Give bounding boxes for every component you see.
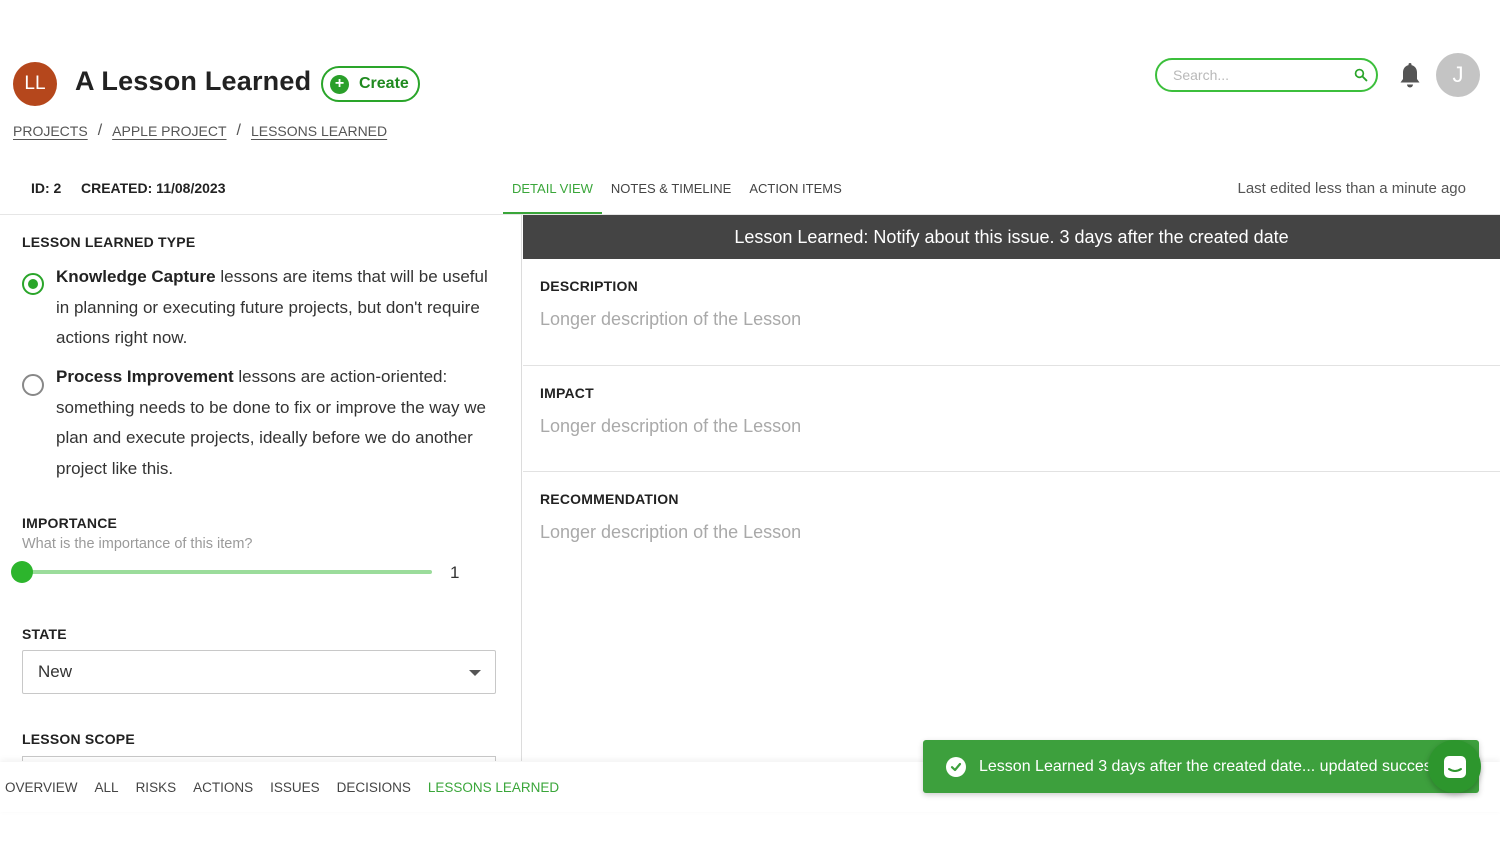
page-title: A Lesson Learned (75, 66, 312, 96)
success-toast: Lesson Learned 3 days after the created … (923, 740, 1479, 793)
radio-process-improvement[interactable] (22, 374, 44, 396)
notification-banner: Lesson Learned: Notify about this issue.… (523, 215, 1500, 259)
recommendation-value[interactable]: Longer description of the Lesson (540, 522, 801, 543)
importance-value: 1 (450, 563, 460, 582)
search-input[interactable] (1173, 67, 1354, 83)
nav-decisions[interactable]: DECISIONS (337, 780, 411, 795)
description-value[interactable]: Longer description of the Lesson (540, 309, 801, 330)
create-button-label: Create (359, 75, 409, 92)
user-avatar[interactable]: J (1436, 53, 1480, 97)
importance-slider-track[interactable] (22, 570, 432, 574)
last-edited-status: Last edited less than a minute ago (1237, 180, 1467, 197)
tab-notes-timeline[interactable]: NOTES & TIMELINE (602, 178, 740, 215)
create-button[interactable]: + Create (321, 66, 420, 102)
project-avatar: LL (13, 62, 57, 106)
importance-help-text: What is the importance of this item? (22, 536, 253, 552)
breadcrumb: PROJECTS / APPLE PROJECT / LESSONS LEARN… (13, 122, 387, 140)
detail-tabs: DETAIL VIEW NOTES & TIMELINE ACTION ITEM… (503, 178, 851, 215)
bell-icon[interactable] (1397, 62, 1423, 90)
breadcrumb-projects[interactable]: PROJECTS (13, 123, 88, 139)
knowledge-capture-title: Knowledge Capture (56, 267, 216, 286)
breadcrumb-separator: / (97, 122, 103, 139)
breadcrumb-separator: / (236, 122, 241, 139)
tab-action-items[interactable]: ACTION ITEMS (740, 178, 850, 215)
impact-field[interactable]: IMPACT Longer description of the Lesson (523, 366, 1500, 472)
importance-heading: IMPORTANCE (22, 515, 118, 531)
importance-slider-thumb[interactable] (11, 561, 33, 583)
recommendation-label: RECOMMENDATION (540, 491, 679, 507)
description-label: DESCRIPTION (540, 278, 638, 294)
process-improvement-title: Process Improvement (56, 367, 234, 386)
toast-message: Lesson Learned 3 days after the created … (979, 757, 1469, 775)
state-selected-value: New (38, 662, 73, 681)
state-select[interactable]: New (22, 650, 496, 694)
nav-all[interactable]: ALL (95, 780, 119, 795)
nav-lessons-learned[interactable]: LESSONS LEARNED (428, 780, 559, 795)
tab-detail-view[interactable]: DETAIL VIEW (503, 178, 602, 215)
radio-knowledge-capture[interactable] (22, 273, 44, 295)
nav-issues[interactable]: ISSUES (270, 780, 320, 795)
lesson-type-heading: LESSON LEARNED TYPE (22, 234, 196, 250)
impact-label: IMPACT (540, 385, 594, 401)
knowledge-capture-description: Knowledge Capture lessons are items that… (56, 262, 496, 354)
nav-actions[interactable]: ACTIONS (193, 780, 253, 795)
search-icon[interactable] (1354, 66, 1368, 84)
recommendation-field[interactable]: RECOMMENDATION Longer description of the… (523, 472, 1500, 578)
state-heading: STATE (22, 626, 67, 642)
chat-button[interactable] (1428, 740, 1481, 793)
breadcrumb-lessons-learned[interactable]: LESSONS LEARNED (251, 123, 387, 139)
search-box (1155, 58, 1378, 92)
plus-circle-icon: + (330, 74, 349, 94)
item-id: ID: 2 (31, 180, 62, 196)
lesson-scope-select[interactable] (22, 756, 496, 761)
description-field[interactable]: DESCRIPTION Longer description of the Le… (523, 259, 1500, 366)
lesson-scope-heading: LESSON SCOPE (22, 731, 135, 747)
left-panel: LESSON LEARNED TYPE Knowledge Capture le… (0, 215, 522, 761)
breadcrumb-apple-project[interactable]: APPLE PROJECT (112, 123, 226, 139)
process-improvement-description: Process Improvement lessons are action-o… (56, 362, 496, 485)
chat-icon (1443, 755, 1466, 778)
chevron-down-icon (469, 670, 481, 676)
created-date: CREATED: 11/08/2023 (81, 180, 226, 196)
impact-value[interactable]: Longer description of the Lesson (540, 416, 801, 437)
nav-overview[interactable]: OVERVIEW (5, 780, 78, 795)
check-circle-icon (946, 756, 966, 777)
nav-risks[interactable]: RISKS (136, 780, 177, 795)
